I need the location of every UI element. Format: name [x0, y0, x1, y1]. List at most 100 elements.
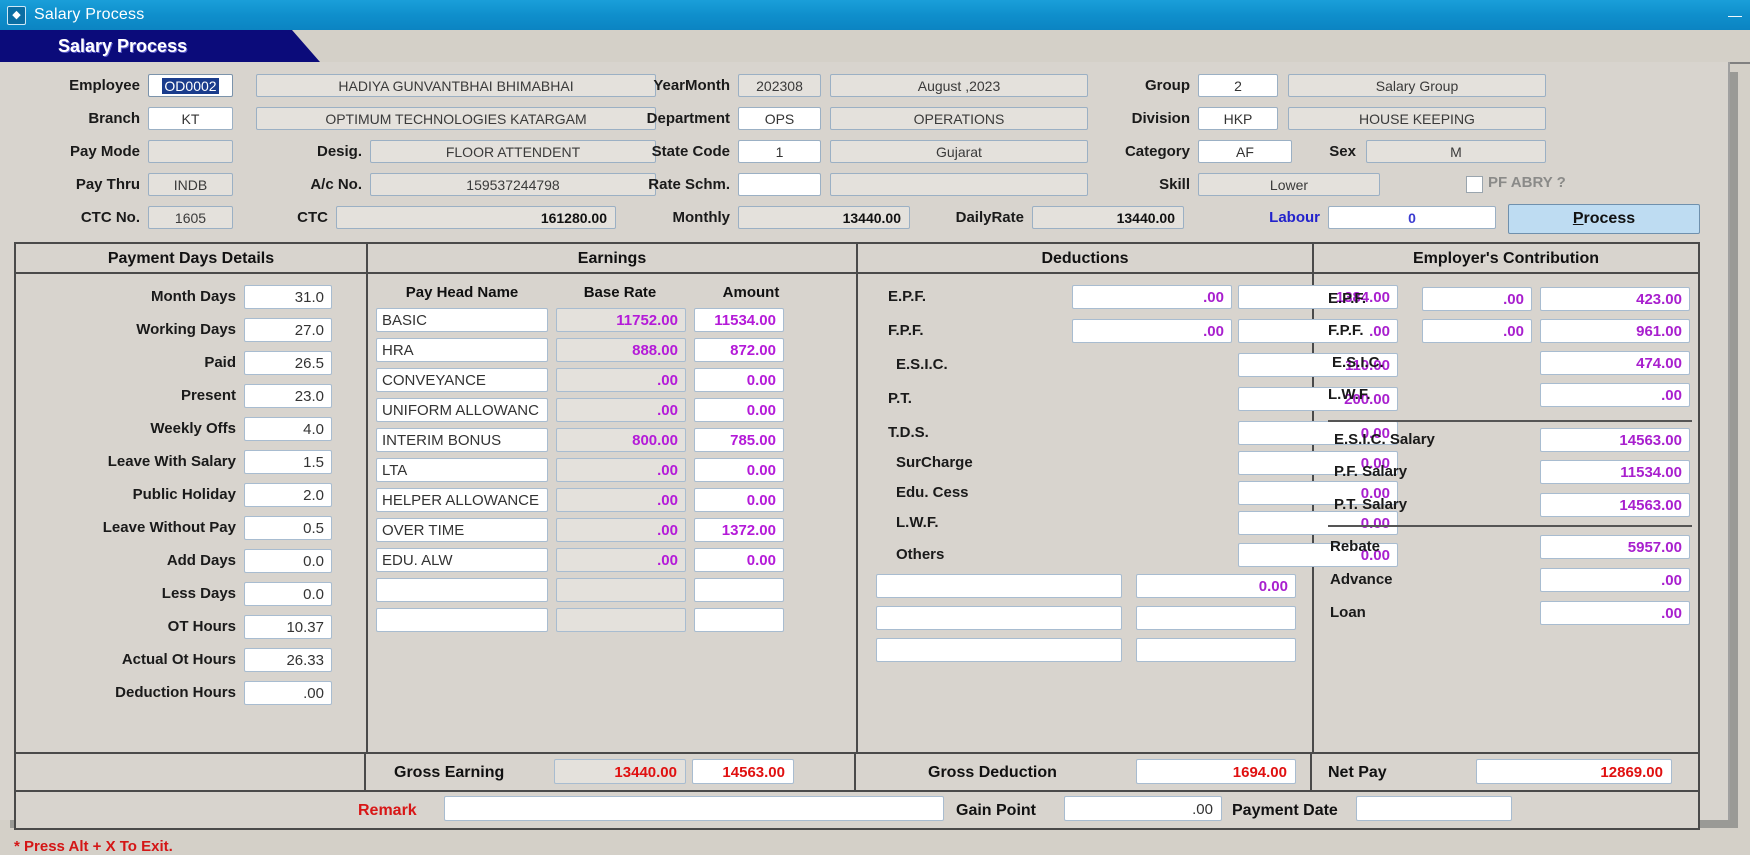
- group-code-input[interactable]: 2: [1198, 74, 1278, 97]
- deductions-label-3: P.T.: [888, 390, 912, 407]
- division-code-input[interactable]: HKP: [1198, 107, 1278, 130]
- earnings-name-9[interactable]: [376, 578, 548, 602]
- earnings-amount-0[interactable]: 11534.00: [694, 308, 784, 332]
- deductions-right-10[interactable]: [1136, 606, 1296, 630]
- employer-salary-label-1: P.F. Salary: [1334, 463, 1408, 480]
- payment-days-value-3[interactable]: 23.0: [244, 384, 332, 408]
- earnings-amount-3[interactable]: 0.00: [694, 398, 784, 422]
- payment-days-value-2[interactable]: 26.5: [244, 351, 332, 375]
- payment-days-title: Payment Days Details: [16, 244, 366, 274]
- yearmonth-label: YearMonth: [653, 77, 730, 94]
- earnings-base-0: 11752.00: [556, 308, 686, 332]
- rateschm-code-input[interactable]: [738, 173, 821, 196]
- earnings-name-10[interactable]: [376, 608, 548, 632]
- payment-date-input[interactable]: [1356, 796, 1512, 821]
- monthly-field: 13440.00: [738, 206, 910, 229]
- paythru-field: INDB: [148, 173, 233, 196]
- employer-salary-value-2[interactable]: 14563.00: [1540, 493, 1690, 517]
- earnings-amount-5[interactable]: 0.00: [694, 458, 784, 482]
- process-button[interactable]: Process: [1508, 204, 1700, 234]
- employer-other-value-1[interactable]: .00: [1540, 568, 1690, 592]
- payment-days-label-12: Deduction Hours: [115, 684, 236, 701]
- tab-salary-process[interactable]: Salary Process: [0, 30, 320, 62]
- employer-label-2: E.S.I.C.: [1332, 354, 1384, 371]
- employee-code-input[interactable]: OD0002: [148, 74, 233, 97]
- payment-days-label-10: OT Hours: [167, 618, 236, 635]
- employer-right-0[interactable]: 423.00: [1540, 287, 1690, 311]
- app-icon: ◆: [7, 5, 26, 25]
- employer-salary-value-1[interactable]: 11534.00: [1540, 460, 1690, 484]
- earnings-amount-9[interactable]: [694, 578, 784, 602]
- earnings-name-4[interactable]: INTERIM BONUS: [376, 428, 548, 452]
- payment-days-value-5[interactable]: 1.5: [244, 450, 332, 474]
- gross-earning-base: 13440.00: [554, 759, 686, 784]
- earnings-amount-6[interactable]: 0.00: [694, 488, 784, 512]
- payment-days-label-1: Working Days: [136, 321, 236, 338]
- payment-days-value-1[interactable]: 27.0: [244, 318, 332, 342]
- employer-title: Employer's Contribution: [1314, 244, 1698, 274]
- earnings-base-9: [556, 578, 686, 602]
- payment-days-value-9[interactable]: 0.0: [244, 582, 332, 606]
- earnings-amount-4[interactable]: 785.00: [694, 428, 784, 452]
- ctc-label: CTC: [297, 209, 328, 226]
- payment-days-value-8[interactable]: 0.0: [244, 549, 332, 573]
- deductions-left-9[interactable]: [876, 574, 1122, 598]
- deductions-left-10[interactable]: [876, 606, 1122, 630]
- division-label: Division: [1131, 110, 1190, 127]
- deductions-right-9[interactable]: 0.00: [1136, 574, 1296, 598]
- earnings-name-1[interactable]: HRA: [376, 338, 548, 362]
- employer-other-value-0[interactable]: 5957.00: [1540, 535, 1690, 559]
- remark-input[interactable]: [444, 796, 944, 821]
- earnings-amount-8[interactable]: 0.00: [694, 548, 784, 572]
- deductions-label-5: SurCharge: [896, 454, 973, 471]
- category-code-input[interactable]: AF: [1198, 140, 1292, 163]
- earnings-name-8[interactable]: EDU. ALW: [376, 548, 548, 572]
- payment-days-value-10[interactable]: 10.37: [244, 615, 332, 639]
- department-code-input[interactable]: OPS: [738, 107, 821, 130]
- payment-days-value-11[interactable]: 26.33: [244, 648, 332, 672]
- employer-right-2[interactable]: 474.00: [1540, 351, 1690, 375]
- employer-right-3[interactable]: .00: [1540, 383, 1690, 407]
- net-pay-value: 12869.00: [1476, 759, 1672, 784]
- employer-left-0[interactable]: .00: [1422, 287, 1532, 311]
- employer-other-value-2[interactable]: .00: [1540, 601, 1690, 625]
- earnings-name-0[interactable]: BASIC: [376, 308, 548, 332]
- employer-left-1[interactable]: .00: [1422, 319, 1532, 343]
- earnings-amount-2[interactable]: 0.00: [694, 368, 784, 392]
- branch-code-input[interactable]: KT: [148, 107, 233, 130]
- statecode-code-input[interactable]: 1: [738, 140, 821, 163]
- payment-days-value-12[interactable]: .00: [244, 681, 332, 705]
- employer-salary-value-0[interactable]: 14563.00: [1540, 428, 1690, 452]
- employer-right-1[interactable]: 961.00: [1540, 319, 1690, 343]
- deductions-label-4: T.D.S.: [888, 424, 929, 441]
- deductions-right-11[interactable]: [1136, 638, 1296, 662]
- window-controls: —: [1724, 0, 1746, 30]
- earnings-name-7[interactable]: OVER TIME: [376, 518, 548, 542]
- payment-days-value-4[interactable]: 4.0: [244, 417, 332, 441]
- earnings-amount-7[interactable]: 1372.00: [694, 518, 784, 542]
- pf-abry-checkbox[interactable]: [1466, 176, 1483, 193]
- skill-label: Skill: [1159, 176, 1190, 193]
- employer-other-label-2: Loan: [1330, 604, 1366, 621]
- earnings-name-3[interactable]: UNIFORM ALLOWANC: [376, 398, 548, 422]
- payment-days-value-0[interactable]: 31.0: [244, 285, 332, 309]
- deductions-left-11[interactable]: [876, 638, 1122, 662]
- earnings-name-5[interactable]: LTA: [376, 458, 548, 482]
- deductions-left-1[interactable]: .00: [1072, 319, 1232, 343]
- process-accel: P: [1572, 210, 1584, 227]
- employer-salary-label-2: P.T. Salary: [1334, 496, 1408, 513]
- earnings-amount-1[interactable]: 872.00: [694, 338, 784, 362]
- earnings-base-7: .00: [556, 518, 686, 542]
- earnings-name-2[interactable]: CONVEYANCE: [376, 368, 548, 392]
- earnings-name-6[interactable]: HELPER ALLOWANCE: [376, 488, 548, 512]
- net-pay-label: Net Pay: [1328, 764, 1387, 781]
- labour-input[interactable]: 0: [1328, 206, 1496, 229]
- earnings-amount-10[interactable]: [694, 608, 784, 632]
- payment-days-value-7[interactable]: 0.5: [244, 516, 332, 540]
- department-label: Department: [646, 110, 730, 127]
- deductions-left-0[interactable]: .00: [1072, 285, 1232, 309]
- gain-point-input[interactable]: .00: [1064, 796, 1222, 821]
- minimize-button[interactable]: —: [1724, 4, 1746, 26]
- payment-days-value-6[interactable]: 2.0: [244, 483, 332, 507]
- skill-field: Lower: [1198, 173, 1380, 196]
